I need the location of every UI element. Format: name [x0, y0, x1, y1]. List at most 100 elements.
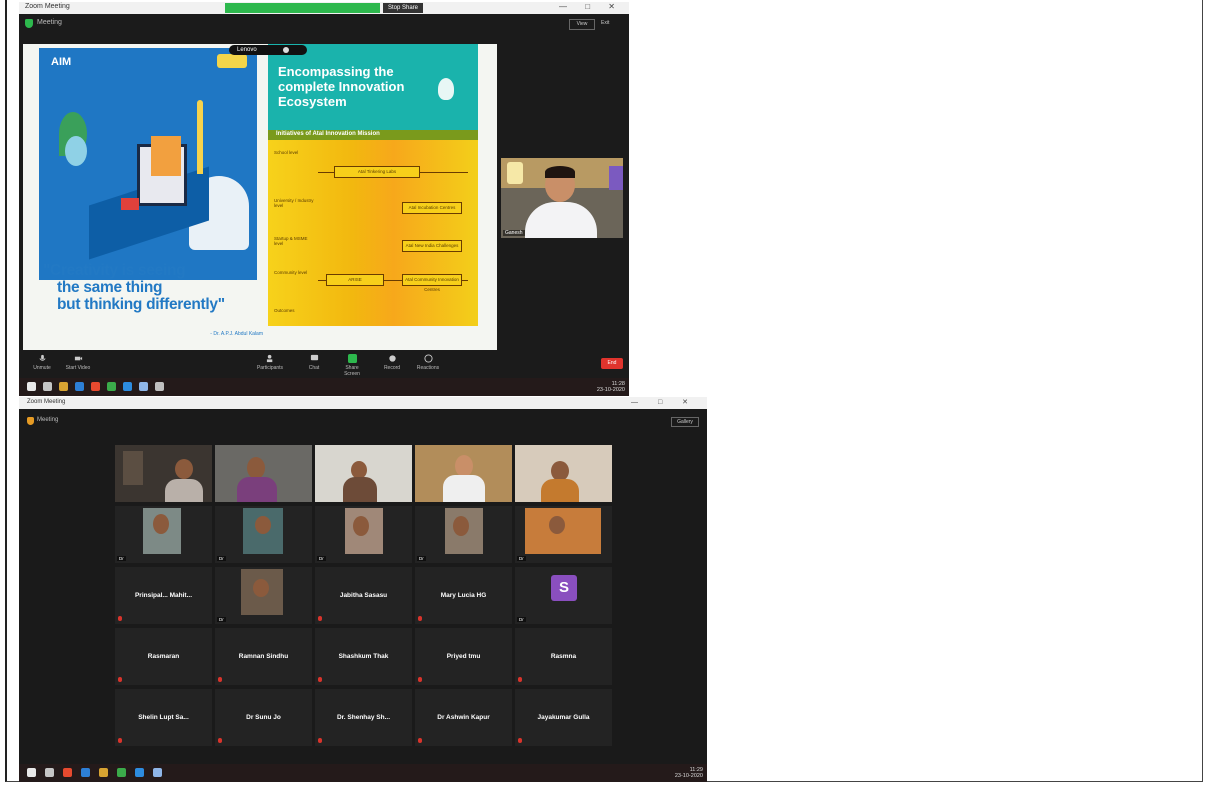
exit-fullscreen-button[interactable]: Exit — [601, 19, 623, 28]
participant-tile[interactable]: Dr — [515, 506, 612, 563]
share-icon — [347, 354, 357, 363]
end-meeting-button[interactable]: End — [601, 358, 623, 369]
gallery-view-button[interactable]: Gallery — [671, 417, 699, 427]
participant-tile[interactable]: Dr — [415, 506, 512, 563]
system-tray[interactable]: 11:28 23-10-2020 — [597, 381, 625, 393]
share-screen-button[interactable]: Share Screen — [337, 354, 367, 377]
file-explorer-icon[interactable] — [99, 768, 108, 777]
gallery-window: Zoom Meeting — □ ✕ Meeting Gallery Dr Dr… — [19, 397, 707, 782]
title-bar: Zoom Meeting — □ ✕ — [19, 397, 707, 409]
participant-name: Rasmna — [550, 653, 577, 660]
search-icon[interactable] — [45, 768, 54, 777]
zoom-taskbar-icon[interactable] — [123, 382, 132, 391]
pill-options-icon[interactable] — [283, 47, 289, 53]
participant-tile[interactable]: Dr Ashwin Kapur — [415, 689, 512, 746]
zoom-taskbar-icon[interactable] — [135, 768, 144, 777]
office-icon[interactable] — [63, 768, 72, 777]
participant-face — [153, 514, 169, 534]
participant-caption: Dr — [117, 556, 126, 561]
flow-box: Atal Community Innovation Centres — [402, 274, 462, 292]
participant-tile[interactable]: S Dr — [515, 567, 612, 624]
participant-tile[interactable]: Priyed tmu — [415, 628, 512, 685]
muted-mic-icon — [318, 616, 322, 621]
active-speaker-video[interactable]: Ganesh — [501, 158, 623, 238]
video-icon — [74, 356, 82, 361]
view-button[interactable]: View — [569, 19, 595, 30]
system-tray[interactable]: 11:29 23-10-2020 — [675, 767, 703, 779]
participant-name: Prinsipal... Mahit... — [134, 592, 193, 599]
app-icon[interactable] — [155, 382, 164, 391]
participant-body — [165, 479, 203, 502]
participant-face — [549, 516, 565, 534]
participant-tile[interactable]: Ramnan Sindhu — [215, 628, 312, 685]
slide-ecosystem-panel: Encompassing the complete Innovation Eco… — [268, 44, 497, 350]
flow-box: ARISE — [326, 274, 384, 286]
participant-tile[interactable]: Shashkum Thak — [315, 628, 412, 685]
window-controls[interactable]: — □ ✕ — [559, 2, 623, 11]
chat-label: Chat — [308, 365, 320, 371]
shield-icon[interactable] — [25, 19, 33, 28]
video-feed — [525, 508, 601, 554]
slide-subheading: Initiatives of Atal Innovation Mission — [276, 131, 380, 137]
speaker-pill[interactable]: Lenovo — [229, 45, 307, 55]
quote-line-2: the same thing — [57, 279, 163, 296]
participant-name: Dr Sunu Jo — [246, 714, 281, 721]
app-icon[interactable] — [139, 382, 148, 391]
start-video-button[interactable]: Start Video — [63, 354, 93, 371]
shared-slide: AIM "Creativity is seeing the same thing… — [23, 44, 497, 350]
app-icon[interactable] — [153, 768, 162, 777]
participant-tile[interactable]: Jayakumar Gulla — [515, 689, 612, 746]
start-icon[interactable] — [27, 382, 36, 391]
participant-tile[interactable] — [215, 445, 312, 502]
participant-tile[interactable]: Dr — [115, 506, 212, 563]
participant-tile[interactable] — [515, 445, 612, 502]
stop-share-button[interactable]: Stop Share — [383, 3, 423, 13]
search-icon[interactable] — [43, 382, 52, 391]
edge-icon[interactable] — [81, 768, 90, 777]
muted-mic-icon — [318, 677, 322, 682]
slide-heading-block: Encompassing the complete Innovation Eco… — [268, 44, 478, 130]
mic-icon — [38, 354, 46, 361]
muted-mic-icon — [218, 677, 222, 682]
participant-tile[interactable]: Dr. Shenhay Sh... — [315, 689, 412, 746]
participant-tile[interactable]: Rasmaran — [115, 628, 212, 685]
flow-box: Atal Incubation Centres — [402, 202, 462, 214]
participant-tile[interactable]: Jabitha Sasasu — [315, 567, 412, 624]
muted-mic-icon — [418, 677, 422, 682]
participant-tile[interactable] — [115, 445, 212, 502]
speaker-body — [525, 202, 597, 238]
participant-body — [237, 477, 277, 502]
quote-attribution: - Dr. A.P.J. Abdul Kalam — [210, 331, 263, 337]
chat-button[interactable]: Chat — [299, 354, 329, 371]
participant-name: Dr Ashwin Kapur — [437, 714, 490, 721]
participant-tile[interactable]: Prinsipal... Mahit... — [115, 567, 212, 624]
speaker-name: Ganesh — [503, 230, 525, 236]
participants-button[interactable]: Participants — [255, 354, 285, 371]
flow-box: Atal New India Challenges — [402, 240, 462, 252]
reactions-button[interactable]: Reactions — [413, 354, 443, 371]
participant-name: Jayakumar Gulla — [537, 714, 590, 721]
participant-tile[interactable]: Dr — [315, 506, 412, 563]
office-icon[interactable] — [91, 382, 100, 391]
participant-tile[interactable] — [415, 445, 512, 502]
participant-tile[interactable]: Rasmna — [515, 628, 612, 685]
shield-icon[interactable] — [27, 417, 34, 425]
participant-tile[interactable]: Dr Sunu Jo — [215, 689, 312, 746]
muted-mic-icon — [118, 616, 122, 621]
participant-tile[interactable]: Dr — [215, 567, 312, 624]
participant-tile[interactable]: Dr — [215, 506, 312, 563]
partner-logo — [217, 54, 247, 68]
participants-icon — [266, 354, 272, 363]
start-icon[interactable] — [27, 768, 36, 777]
unmute-button[interactable]: Unmute — [27, 354, 57, 371]
participant-name: Shashkum Thak — [338, 653, 389, 660]
window-controls[interactable]: — □ ✕ — [631, 398, 697, 406]
chrome-icon[interactable] — [107, 382, 116, 391]
edge-icon[interactable] — [75, 382, 84, 391]
record-button[interactable]: Record — [377, 354, 407, 371]
participant-tile[interactable] — [315, 445, 412, 502]
participant-tile[interactable]: Shelin Lupt Sa... — [115, 689, 212, 746]
file-explorer-icon[interactable] — [59, 382, 68, 391]
chrome-icon[interactable] — [117, 768, 126, 777]
participant-tile[interactable]: Mary Lucia HG — [415, 567, 512, 624]
